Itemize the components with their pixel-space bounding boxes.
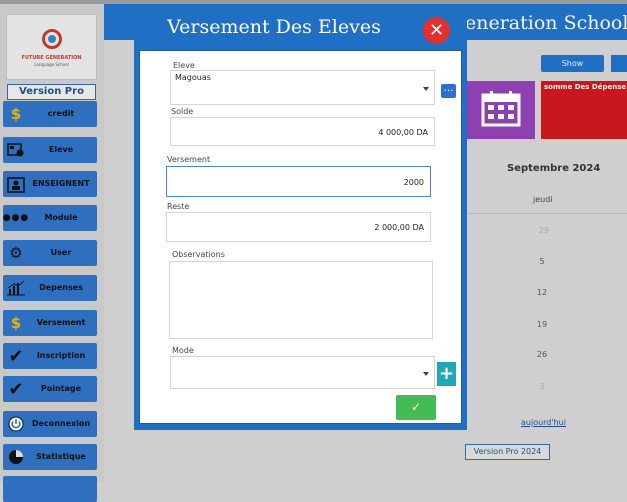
confirm-button[interactable]: ✓ (396, 395, 436, 420)
sidebar-item-label: Inscription (36, 351, 86, 360)
gears-icon: ⚙ (9, 244, 23, 262)
depenses-label: somme Des Dépense (544, 83, 627, 91)
sidebar-item-label: Deconnexion (31, 419, 91, 428)
calendar-day[interactable]: 19 (532, 320, 552, 329)
sidebar-item-deconnexion[interactable]: Deconnexion (3, 411, 97, 437)
logo-emblem-icon (42, 29, 62, 49)
chevron-down-icon (423, 372, 429, 376)
versement-label: Versement (167, 155, 211, 164)
logo-subtitle: Language School (34, 62, 69, 67)
sidebar-item-depenses[interactable]: Depenses (3, 275, 97, 301)
versement-value: 2000 (403, 178, 424, 187)
calendar-tile[interactable] (467, 81, 535, 139)
sidebar-item-eleve[interactable]: Eleve (3, 137, 97, 163)
dots-icon: ●●● (2, 213, 30, 223)
sidebar-item-enseignent[interactable]: ENSEIGNENT (3, 171, 97, 197)
sidebar-item-versement[interactable]: $ Versement (3, 310, 97, 336)
check-icon: ✔ (8, 345, 24, 367)
logo-brand: FUTURE GENERATION (21, 55, 82, 61)
dollar-icon: $ (10, 314, 22, 332)
solde-value: 4 000,00 DA (378, 128, 428, 137)
sidebar-item-user[interactable]: ⚙ User (3, 240, 97, 266)
calendar-day[interactable]: 3 (532, 382, 552, 391)
eleve-select[interactable]: Magouas (170, 70, 435, 105)
solde-label: Solde (171, 107, 194, 116)
app-title: eneration School (465, 12, 627, 34)
sidebar-item-more[interactable] (3, 476, 97, 502)
dollar-icon: $ (10, 105, 22, 123)
reste-label: Reste (167, 202, 190, 211)
secondary-button[interactable] (611, 55, 627, 72)
show-button[interactable]: Show (541, 55, 604, 72)
version-label-footer: Version Pro 2024 (465, 444, 550, 460)
chart-icon (6, 278, 26, 298)
sidebar-item-inscription[interactable]: ✔ Inscription (3, 343, 97, 369)
pie-icon (6, 447, 26, 467)
observations-label: Observations (172, 250, 225, 259)
observations-textarea[interactable] (169, 261, 433, 339)
calendar-day[interactable]: 29 (534, 226, 554, 235)
sidebar-item-label: Module (44, 213, 78, 222)
sidebar-item-label: Pointage (40, 384, 82, 393)
check-icon: ✔ (8, 378, 24, 400)
sidebar-item-label: Versement (36, 318, 86, 327)
eleve-value: Magouas (175, 73, 211, 82)
depenses-tile[interactable]: somme Des Dépense (541, 81, 627, 139)
calendar-divider (467, 213, 627, 214)
sidebar-item-module[interactable]: ●●● Module (3, 205, 97, 231)
sidebar-item-pointage[interactable]: ✔ Pointage (3, 376, 97, 402)
sidebar-item-label: Statistique (36, 452, 86, 461)
calendar-day[interactable]: 26 (532, 350, 552, 359)
solde-field[interactable]: 4 000,00 DA (170, 117, 435, 146)
sidebar-item-credit[interactable]: $ credit (3, 101, 97, 127)
sidebar-item-label: credit (47, 109, 75, 118)
sidebar-item-label: Eleve (48, 145, 74, 154)
chevron-down-icon (423, 87, 429, 91)
today-link[interactable]: aujourd'hui (521, 418, 566, 427)
browse-eleve-button[interactable]: ... (441, 84, 456, 98)
sidebar-item-label: ENSEIGNENT (32, 179, 90, 188)
mode-select[interactable] (170, 356, 435, 389)
power-icon (6, 414, 26, 434)
mode-label: Mode (172, 346, 194, 355)
version-label: Version Pro 2024 (7, 84, 96, 111)
sidebar-item-statistique[interactable]: Statistique (3, 444, 97, 470)
calendar-day[interactable]: 5 (532, 257, 552, 266)
dialog-title: Versement Des Eleves (167, 16, 381, 38)
calendar-icon (481, 91, 521, 127)
teacher-icon (6, 174, 26, 194)
sidebar-item-label: User (50, 248, 72, 257)
calendar-day[interactable]: 12 (532, 288, 552, 297)
calendar-weekday: jeudi (533, 195, 553, 204)
calendar-month: Septembre 2024 (507, 163, 601, 174)
reste-value: 2 000,00 DA (374, 223, 424, 232)
add-mode-button[interactable]: + (437, 362, 456, 386)
sidebar-item-label: Depenses (39, 283, 83, 292)
student-icon (6, 140, 26, 160)
reste-field[interactable]: 2 000,00 DA (166, 212, 431, 242)
versement-input[interactable]: 2000 (166, 166, 431, 197)
eleve-label: Eleve (173, 61, 195, 70)
logo: FUTURE GENERATION Language School (6, 14, 97, 80)
close-button[interactable]: ✕ (423, 17, 450, 44)
